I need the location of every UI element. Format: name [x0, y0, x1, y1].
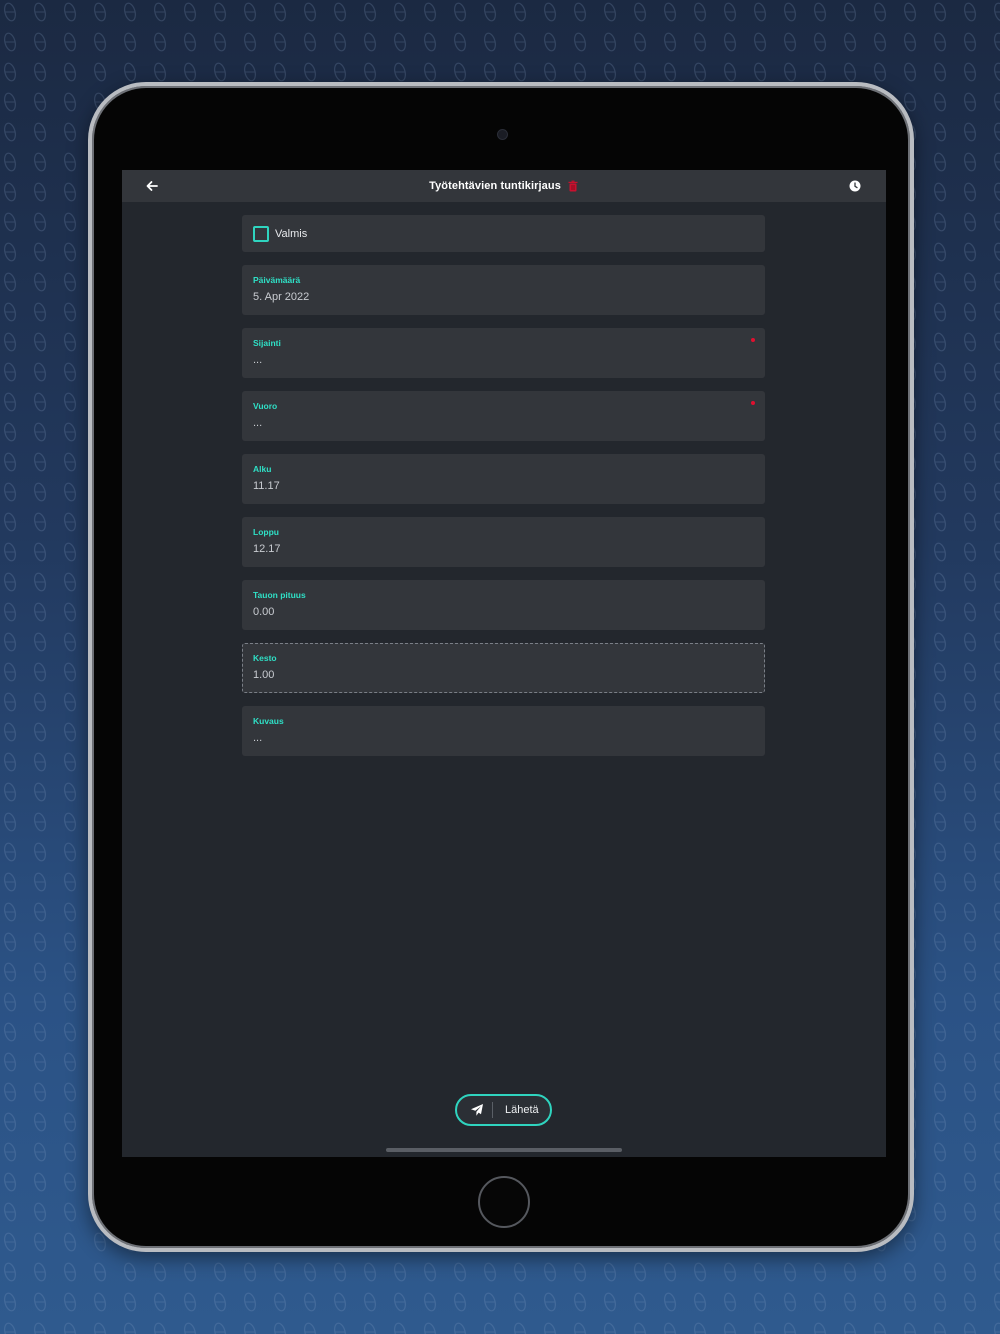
arrow-left-icon[interactable]	[144, 178, 160, 194]
start-time-field-label: Alku	[253, 464, 272, 474]
date-field-label: Päivämäärä	[253, 275, 301, 285]
home-button[interactable]	[478, 1176, 530, 1228]
home-indicator-bar	[386, 1148, 622, 1152]
location-field[interactable]: Sijainti ...	[242, 328, 765, 378]
button-divider	[492, 1102, 493, 1118]
done-checkbox-row[interactable]: Valmis	[242, 215, 765, 252]
duration-field[interactable]: Kesto 1.00	[242, 643, 765, 693]
break-length-field-label: Tauon pituus	[253, 590, 306, 600]
location-field-value: ...	[253, 354, 263, 366]
duration-field-label: Kesto	[253, 653, 277, 663]
end-time-field-label: Loppu	[253, 527, 279, 537]
start-time-field-value: 11.17	[253, 480, 280, 492]
required-indicator	[751, 338, 755, 342]
shift-field-value: ...	[253, 417, 263, 429]
start-time-field[interactable]: Alku 11.17	[242, 454, 765, 504]
app-screen: Työtehtävien tuntikirjaus Valmis Päivämä…	[122, 170, 886, 1157]
done-checkbox-label: Valmis	[275, 227, 308, 240]
trash-icon[interactable]	[567, 180, 579, 192]
description-field-label: Kuvaus	[253, 716, 284, 726]
location-field-label: Sijainti	[253, 338, 281, 348]
front-camera	[497, 129, 508, 140]
description-field-value: ...	[253, 732, 263, 744]
break-length-field[interactable]: Tauon pituus 0.00	[242, 580, 765, 630]
date-field[interactable]: Päivämäärä 5. Apr 2022	[242, 265, 765, 315]
submit-button-label: Lähetä	[505, 1104, 539, 1116]
done-checkbox[interactable]	[253, 225, 269, 242]
date-field-value: 5. Apr 2022	[253, 291, 310, 303]
shift-field[interactable]: Vuoro ...	[242, 391, 765, 441]
end-time-field[interactable]: Loppu 12.17	[242, 517, 765, 567]
clock-icon[interactable]	[848, 179, 862, 193]
duration-field-value: 1.00	[253, 669, 275, 681]
time-entry-form: Valmis Päivämäärä 5. Apr 2022 Sijainti .…	[242, 215, 765, 756]
page-title: Työtehtävien tuntikirjaus	[429, 180, 561, 192]
top-bar: Työtehtävien tuntikirjaus	[122, 170, 886, 202]
break-length-field-value: 0.00	[253, 606, 275, 618]
paper-plane-icon	[471, 1104, 483, 1116]
shift-field-label: Vuoro	[253, 401, 278, 411]
submit-button[interactable]: Lähetä	[455, 1094, 552, 1126]
description-field[interactable]: Kuvaus ...	[242, 706, 765, 756]
title-group: Työtehtävien tuntikirjaus	[429, 180, 579, 192]
tablet-frame: Työtehtävien tuntikirjaus Valmis Päivämä…	[88, 82, 914, 1252]
required-indicator	[751, 401, 755, 405]
end-time-field-value: 12.17	[253, 543, 281, 555]
